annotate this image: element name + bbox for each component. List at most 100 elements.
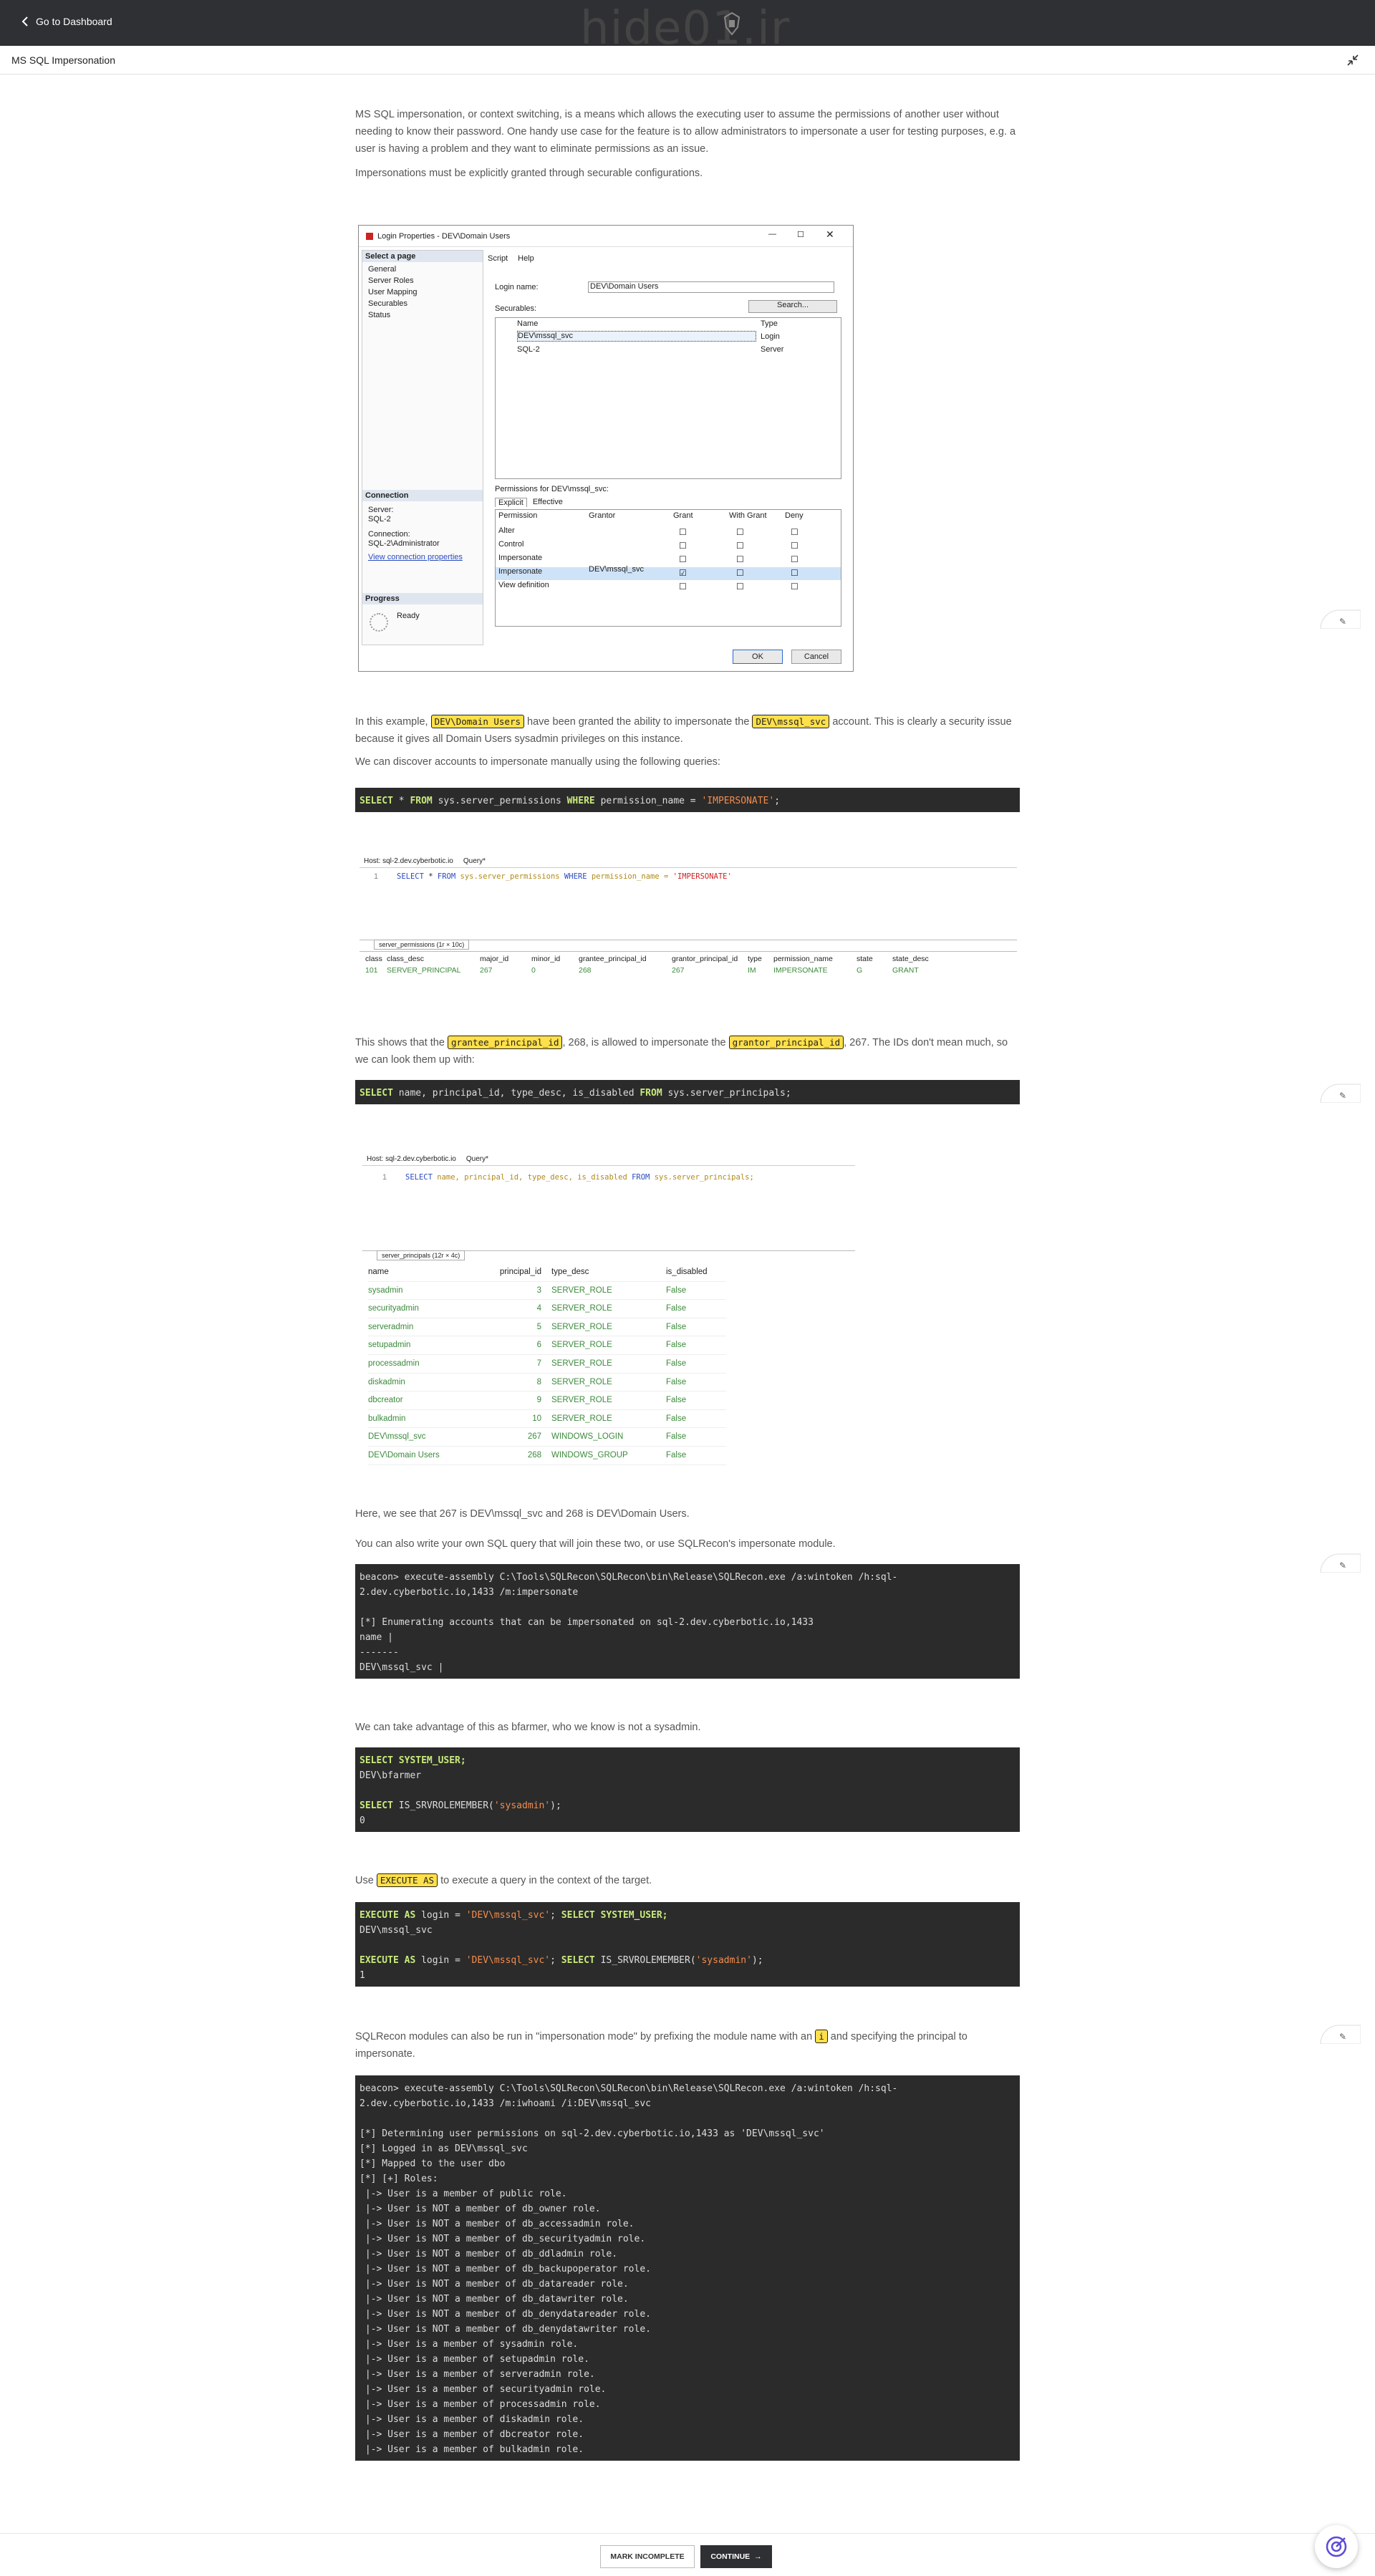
login-name-label: Login name: <box>495 283 539 291</box>
perm-row: View definition <box>498 581 549 589</box>
maximize-icon[interactable]: ☐ <box>797 230 804 239</box>
code-keyword: FROM <box>437 872 456 881</box>
result-tab[interactable]: server_permissions (1r × 10c) <box>374 940 470 950</box>
side-tools-icon[interactable]: ✎ <box>1318 2024 1361 2045</box>
mark-incomplete-button[interactable]: MARK INCOMPLETE <box>600 2545 695 2568</box>
permissions-for-label: Permissions for DEV\mssql_svc: <box>495 485 609 493</box>
result-tab[interactable]: server_principals (12r × 4c) <box>377 1250 465 1260</box>
side-tools-icon[interactable]: ✎ <box>1318 609 1361 629</box>
grid-cell: SERVER_ROLE <box>551 1414 612 1423</box>
grid-cell: serveradmin <box>368 1322 414 1331</box>
grid-cell: SERVER_ROLE <box>551 1285 612 1295</box>
grid-cell: diskadmin <box>368 1377 405 1386</box>
code-block-execute-as[interactable]: EXECUTE AS login = 'DEV\mssql_svc'; SELE… <box>355 1902 1020 1987</box>
code-block-impersonate[interactable]: beacon> execute-assembly C:\Tools\SQLRec… <box>355 1564 1020 1679</box>
minimize-icon[interactable]: — <box>768 230 776 238</box>
code-text: permission_name = <box>587 872 673 881</box>
page-server-roles[interactable]: Server Roles <box>368 275 477 286</box>
search-button[interactable]: Search... <box>748 300 837 313</box>
grid-header-row: name principal_id type_desc is_disabled <box>368 1263 726 1282</box>
ready-label: Ready <box>397 612 420 620</box>
close-icon[interactable]: ✕ <box>826 228 834 241</box>
query-tab[interactable]: Query* <box>463 857 486 865</box>
code-block-query2[interactable]: SELECT name, principal_id, type_desc, is… <box>355 1080 1020 1104</box>
securable-row[interactable]: SQL-2 <box>517 345 540 354</box>
cancel-button[interactable]: Cancel <box>791 650 841 664</box>
grid-cell: SERVER_ROLE <box>551 1341 612 1350</box>
results-grid: name principal_id type_desc is_disabledsysa… <box>368 1263 726 1465</box>
code-output: 0 <box>360 1815 365 1826</box>
grid-cell: 267 <box>480 966 493 975</box>
code-text: ; <box>774 796 781 806</box>
progress-spinner-icon <box>370 613 388 632</box>
code-text: IS_SRVROLEMEMBER( <box>392 1800 494 1811</box>
securable-paragraph: Impersonations must be explicitly grante… <box>355 168 703 179</box>
intro-paragraph: MS SQL impersonation, or context switchi… <box>355 109 1016 155</box>
code-text: * <box>392 796 410 806</box>
svg-text:✎: ✎ <box>1339 1091 1346 1101</box>
securable-type: Server <box>761 345 784 354</box>
code-block-iwhoami[interactable]: beacon> execute-assembly C:\Tools\SQLRec… <box>355 2075 1020 2461</box>
grid-cell: 8 <box>536 1377 541 1386</box>
side-tools-icon[interactable]: ✎ <box>1318 1083 1361 1104</box>
code-keyword: SELECT SYSTEM_USER; <box>561 1910 668 1921</box>
chevron-left-icon <box>21 16 28 26</box>
help-button[interactable]: Help <box>518 254 534 263</box>
tab-effective[interactable]: Effective <box>533 498 563 507</box>
go-to-dashboard-link[interactable]: Go to Dashboard <box>21 16 112 27</box>
grid-cell: 9 <box>536 1396 541 1405</box>
line-number: 1 <box>382 1173 387 1182</box>
securable-row[interactable]: DEV\mssql_svc <box>517 331 756 342</box>
grid-cell: False <box>666 1359 687 1368</box>
code-keyword: WHERE <box>564 872 587 881</box>
query-tab[interactable]: Query* <box>466 1155 488 1163</box>
grid-cell: setupadmin <box>368 1341 411 1350</box>
lesson-header: MS SQL Impersonation <box>0 46 1375 74</box>
securables-list: Name Type DEV\mssql_svc Login SQL-2 Serv… <box>495 317 841 479</box>
host-tab[interactable]: Host: sql-2.dev.cyberbotic.io <box>364 857 453 865</box>
query-editor[interactable]: SELECT name, principal_id, type_desc, is… <box>405 1173 754 1182</box>
code-text: ; <box>550 1955 561 1966</box>
grid-cell: sysadmin <box>368 1285 403 1295</box>
connection-header: Connection <box>362 490 483 501</box>
code-text: ); <box>751 1955 763 1966</box>
grid-cell: IMPERSONATE <box>773 966 828 975</box>
code-text: ; <box>550 1910 561 1921</box>
grid-cell: WINDOWS_GROUP <box>551 1450 628 1460</box>
inline-code: DEV\mssql_svc <box>752 715 830 728</box>
grid-cell: principal_id <box>499 1268 541 1276</box>
inline-code: EXECUTE AS <box>376 1873 438 1887</box>
page-securables[interactable]: Securables <box>368 298 477 309</box>
continue-button[interactable]: CONTINUE → <box>700 2545 772 2568</box>
view-connection-link[interactable]: View connection properties <box>368 553 463 562</box>
login-name-field[interactable]: DEV\Domain Users <box>588 281 834 293</box>
ok-button[interactable]: OK <box>733 650 783 664</box>
with-grant-checkboxes[interactable]: ☐ ☐ ☐ ☐ ☐ <box>736 526 744 594</box>
grid-cell: IM <box>748 966 756 975</box>
page-user-mapping[interactable]: User Mapping <box>368 286 477 298</box>
grid-cell: bulkadmin <box>368 1414 406 1423</box>
grid-cell: 268 <box>527 1450 541 1460</box>
lesson-title: MS SQL Impersonation <box>11 54 115 66</box>
collapse-icon[interactable] <box>1346 54 1359 67</box>
script-button[interactable]: Script <box>488 254 508 263</box>
side-tools-icon[interactable]: ✎ <box>1318 1553 1361 1573</box>
grid-cell: class_desc <box>387 955 424 963</box>
grid-cell: DEV\mssql_svc <box>368 1432 426 1442</box>
help-fab-button[interactable] <box>1315 2525 1358 2568</box>
page-status[interactable]: Status <box>368 309 477 321</box>
target-icon <box>1326 2536 1347 2557</box>
code-block-system-user[interactable]: SELECT SYSTEM_USER; DEV\bfarmer SELECT I… <box>355 1747 1020 1832</box>
code-string: 'sysadmin' <box>493 1800 551 1811</box>
grid-cell: processadmin <box>368 1359 420 1368</box>
grid-cell: SERVER_ROLE <box>551 1304 612 1313</box>
deny-checkboxes[interactable]: ☐ ☐ ☐ ☐ ☐ <box>791 526 799 594</box>
host-tab[interactable]: Host: sql-2.dev.cyberbotic.io <box>367 1155 456 1163</box>
tab-explicit[interactable]: Explicit <box>495 498 527 507</box>
query-editor[interactable]: SELECT * FROM sys.server_permissions WHE… <box>397 872 732 881</box>
page-general[interactable]: General <box>368 264 477 275</box>
grant-checkboxes[interactable]: ☐ ☐ ☐ ☑ ☐ <box>679 526 687 594</box>
code-block-query1[interactable]: SELECT * FROM sys.server_permissions WHE… <box>355 788 1020 812</box>
inline-code: grantor_principal_id <box>728 1036 844 1049</box>
grid-cell: 7 <box>536 1359 541 1368</box>
